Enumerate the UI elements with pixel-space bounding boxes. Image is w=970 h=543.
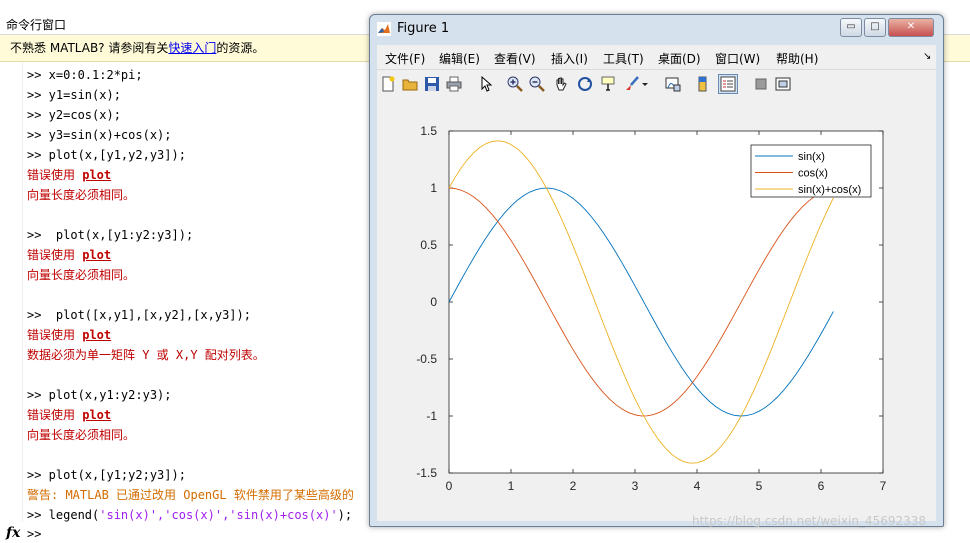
plot-doc-link[interactable]: plot [82,408,111,422]
print-icon[interactable] [446,76,462,92]
y-tick-label: 0.5 [420,238,437,252]
function-browser-icon[interactable]: fx [6,525,20,541]
x-tick-label: 1 [508,479,515,493]
x-tick-label: 3 [632,479,639,493]
error-header-text: 错误使用 [27,168,83,182]
plot-doc-link[interactable]: plot [82,168,111,182]
command-window-title: 命令行窗口 [6,18,67,32]
figure-title: Figure 1 [397,21,450,36]
close-button[interactable]: ✕ [888,18,934,37]
command-line: >> legend('sin(x)','cos(x)','sin(x)+cos(… [27,507,352,522]
show-plot-tools-icon[interactable] [775,76,791,92]
legend-toggle-icon[interactable] [718,74,738,94]
figure-toolbar [377,69,936,100]
save-icon[interactable] [424,76,440,92]
figure-menubar: 文件(F) 编辑(E) 查看(V) 插入(I) 工具(T) 桌面(D) 窗口(W… [377,45,936,69]
y-tick-label: 1 [430,181,437,195]
x-tick-label: 7 [880,479,887,493]
pointer-icon[interactable] [478,76,494,92]
notice-prefix: 不熟悉 MATLAB? 请参阅有关 [10,41,169,55]
brush-dropdown-icon[interactable] [641,76,649,92]
line-chart[interactable]: 0 1 2 3 4 5 6 7 -1.5 -1 -0.5 0 0.5 1 1.5 sin(x) cos(x) si… [377,99,936,517]
error-header: 错误使用 plot [27,247,111,263]
y-tick-label: -1.5 [416,466,437,480]
error-header: 错误使用 plot [27,407,111,423]
command-line: >> plot(x,y1:y2:y3); [27,388,172,402]
error-header-text: 错误使用 [27,328,83,342]
menu-window[interactable]: 窗口(W) [715,50,760,67]
data-cursor-icon[interactable] [600,76,616,92]
x-tick-label: 6 [818,479,825,493]
legend-label: sin(x)+cos(x) [798,184,861,196]
error-message: 数据必须为单一矩阵 Y 或 X,Y 配对列表。 [27,348,265,362]
menu-file[interactable]: 文件(F) [385,50,425,67]
command-line: >> plot([x,y1],[x,y2],[x,y3]); [27,308,251,322]
command-line: >> y2=cos(x); [27,108,121,122]
command-window-gutter [0,62,23,522]
string-arguments: 'sin(x)','cos(x)','sin(x)+cos(x)' [99,508,338,522]
menu-desktop[interactable]: 桌面(D) [658,50,701,67]
menu-help[interactable]: 帮助(H) [776,50,818,67]
x-tick-label: 4 [694,479,701,493]
error-header: 错误使用 plot [27,167,111,183]
menu-tools[interactable]: 工具(T) [603,50,644,67]
minimize-button[interactable]: ▭ [840,18,862,37]
menu-view[interactable]: 查看(V) [494,50,536,67]
error-message: 向量长度必须相同。 [27,188,136,202]
command-line: >> y1=sin(x); [27,88,121,102]
legend-label: cos(x) [798,168,828,180]
colorbar-icon[interactable] [695,76,711,92]
y-tick-label: -0.5 [416,352,437,366]
y-tick-label: 1.5 [420,124,437,138]
menu-insert[interactable]: 插入(I) [551,50,588,67]
command-prompt[interactable]: >> [27,527,41,541]
figure-canvas[interactable]: 0 1 2 3 4 5 6 7 -1.5 -1 -0.5 0 0.5 1 1.5 sin(x) cos(x) si… [377,99,936,517]
command-line: >> y3=sin(x)+cos(x); [27,128,172,142]
command-line: >> x=0:0.1:2*pi; [27,68,143,82]
warning-message: 警告: MATLAB 已通过改用 OpenGL 软件禁用了某些高级的 [27,488,354,502]
x-tick-label: 2 [570,479,577,493]
hide-plot-tools-icon[interactable] [753,76,769,92]
error-header-text: 错误使用 [27,408,83,422]
watermark-text: https://blog.csdn.net/weixin_45692338 [692,514,927,528]
x-tick-label: 5 [756,479,763,493]
notice-suffix: 的资源。 [216,41,265,55]
y-tick-label: 0 [430,295,437,309]
command-line: >> plot(x,[y1;y2;y3]); [27,468,186,482]
error-message: 向量长度必须相同。 [27,268,136,282]
command-suffix: ); [337,508,353,522]
plot-doc-link[interactable]: plot [82,328,111,342]
figure-window[interactable]: Figure 1 ▭ □ ✕ 文件(F) 编辑(E) 查看(V) 插入(I) 工… [369,14,944,527]
error-header-text: 错误使用 [27,248,83,262]
menubar-dock-arrow-icon[interactable]: ↘ [923,51,931,62]
command-prefix: >> legend( [27,508,100,522]
open-folder-icon[interactable] [402,76,418,92]
plot-doc-link[interactable]: plot [82,248,111,262]
link-plot-icon[interactable] [665,76,681,92]
y-tick-label: -1 [426,409,437,423]
zoom-in-icon[interactable] [507,76,523,92]
new-file-icon[interactable] [380,76,396,92]
error-header: 错误使用 plot [27,327,111,343]
command-history[interactable]: >> x=0:0.1:2*pi; >> y1=sin(x); >> y2=cos(x… [27,62,372,522]
command-line: >> plot(x,[y1,y2,y3]); [27,148,186,162]
menu-edit[interactable]: 编辑(E) [439,50,480,67]
quick-start-link[interactable]: 快速入门 [168,41,216,55]
error-message: 向量长度必须相同。 [27,428,136,442]
figure-titlebar[interactable]: Figure 1 ▭ □ ✕ [370,15,943,43]
brush-icon[interactable] [624,76,640,92]
rotate-3d-icon[interactable] [577,76,593,92]
legend-label: sin(x) [798,151,825,163]
maximize-button[interactable]: □ [864,18,886,37]
x-tick-label: 0 [446,479,453,493]
pan-hand-icon[interactable] [553,76,569,92]
command-line: >> plot(x,[y1:y2:y3]); [27,228,194,242]
matlab-logo-icon [377,22,391,36]
zoom-out-icon[interactable] [529,76,545,92]
